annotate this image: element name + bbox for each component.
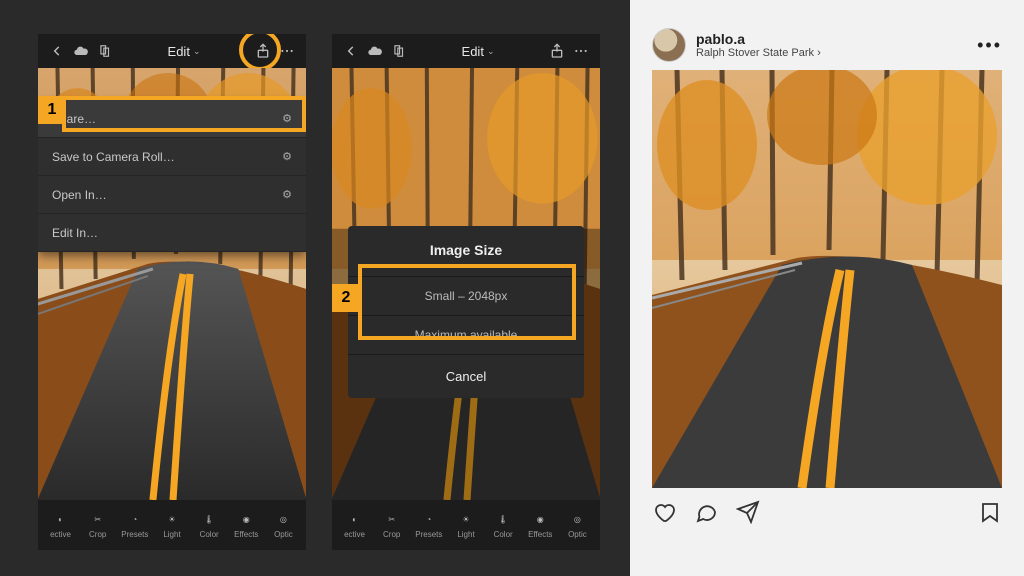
phone-screen-2: Edit ⌄: [332, 34, 600, 550]
more-icon[interactable]: [572, 42, 590, 60]
post-photo[interactable]: [652, 70, 1002, 488]
step-badge-1: 1: [38, 96, 66, 124]
like-icon[interactable]: [652, 500, 676, 529]
tool-optics[interactable]: ◎Optic: [559, 511, 596, 539]
tool-light[interactable]: ☀Light: [153, 511, 190, 539]
aspect-icon[interactable]: [390, 42, 408, 60]
tool-bar: ◐ective ✂Crop ◔Presets ☀Light 🌡Color ◉Ef…: [38, 500, 306, 550]
tool-color[interactable]: 🌡Color: [191, 511, 228, 539]
step-badge-2: 2: [332, 284, 360, 312]
image-size-dialog: Image Size Small – 2048px Maximum availa…: [348, 226, 584, 398]
username[interactable]: pablo.a: [696, 31, 821, 47]
app-topbar: Edit ⌄: [332, 34, 600, 68]
edit-menu[interactable]: Edit ⌄: [168, 44, 201, 59]
back-icon[interactable]: [48, 42, 66, 60]
location[interactable]: Ralph Stover State Park ›: [696, 47, 821, 59]
tool-bar: ◐ective ✂Crop ◔Presets ☀Light 🌡Color ◉Ef…: [332, 500, 600, 550]
app-topbar: Edit ⌄: [38, 34, 306, 68]
tool-selective[interactable]: ◐ective: [42, 511, 79, 539]
bookmark-icon[interactable]: [978, 500, 1002, 529]
tool-crop[interactable]: ✂Crop: [79, 511, 116, 539]
chevron-down-icon: ⌄: [193, 46, 201, 57]
tool-light[interactable]: ☀Light: [447, 511, 484, 539]
option-small[interactable]: Small – 2048px: [348, 276, 584, 315]
post-more-icon[interactable]: •••: [977, 35, 1002, 56]
gear-icon: ⚙: [282, 188, 292, 201]
tutorial-dark-panel: Edit ⌄: [0, 0, 630, 576]
tool-effects[interactable]: ◉Effects: [228, 511, 265, 539]
send-icon[interactable]: [736, 500, 760, 529]
comment-icon[interactable]: [694, 500, 718, 529]
gear-icon: ⚙: [282, 112, 292, 125]
edit-menu[interactable]: Edit ⌄: [462, 44, 495, 59]
dialog-title: Image Size: [348, 242, 584, 276]
tool-presets[interactable]: ◔Presets: [116, 511, 153, 539]
cloud-icon[interactable]: [72, 42, 90, 60]
tool-color[interactable]: 🌡Color: [485, 511, 522, 539]
back-icon[interactable]: [342, 42, 360, 60]
avatar[interactable]: [652, 28, 686, 62]
phone-screen-1: Edit ⌄: [38, 34, 306, 550]
more-icon[interactable]: [278, 42, 296, 60]
tool-effects[interactable]: ◉Effects: [522, 511, 559, 539]
dialog-cancel[interactable]: Cancel: [348, 354, 584, 398]
menu-open-in[interactable]: Open In… ⚙: [38, 176, 306, 214]
tool-presets[interactable]: ◔Presets: [410, 511, 447, 539]
share-icon[interactable]: [254, 42, 272, 60]
tool-selective[interactable]: ◐ective: [336, 511, 373, 539]
chevron-down-icon: ⌄: [487, 46, 495, 57]
share-dropdown: Share… ⚙ Save to Camera Roll… ⚙ Open In……: [38, 100, 306, 252]
post-header: pablo.a Ralph Stover State Park › •••: [652, 28, 1002, 62]
option-maximum[interactable]: Maximum available: [348, 315, 584, 354]
cloud-icon[interactable]: [366, 42, 384, 60]
share-icon[interactable]: [548, 42, 566, 60]
tool-crop[interactable]: ✂Crop: [373, 511, 410, 539]
instagram-panel: pablo.a Ralph Stover State Park › •••: [630, 0, 1024, 576]
chevron-right-icon: ›: [814, 47, 821, 59]
post-actions: [652, 488, 1002, 529]
menu-save-camera-roll[interactable]: Save to Camera Roll… ⚙: [38, 138, 306, 176]
menu-edit-in[interactable]: Edit In…: [38, 214, 306, 252]
gear-icon: ⚙: [282, 150, 292, 163]
aspect-icon[interactable]: [96, 42, 114, 60]
tool-optics[interactable]: ◎Optic: [265, 511, 302, 539]
menu-share[interactable]: Share… ⚙: [38, 100, 306, 138]
